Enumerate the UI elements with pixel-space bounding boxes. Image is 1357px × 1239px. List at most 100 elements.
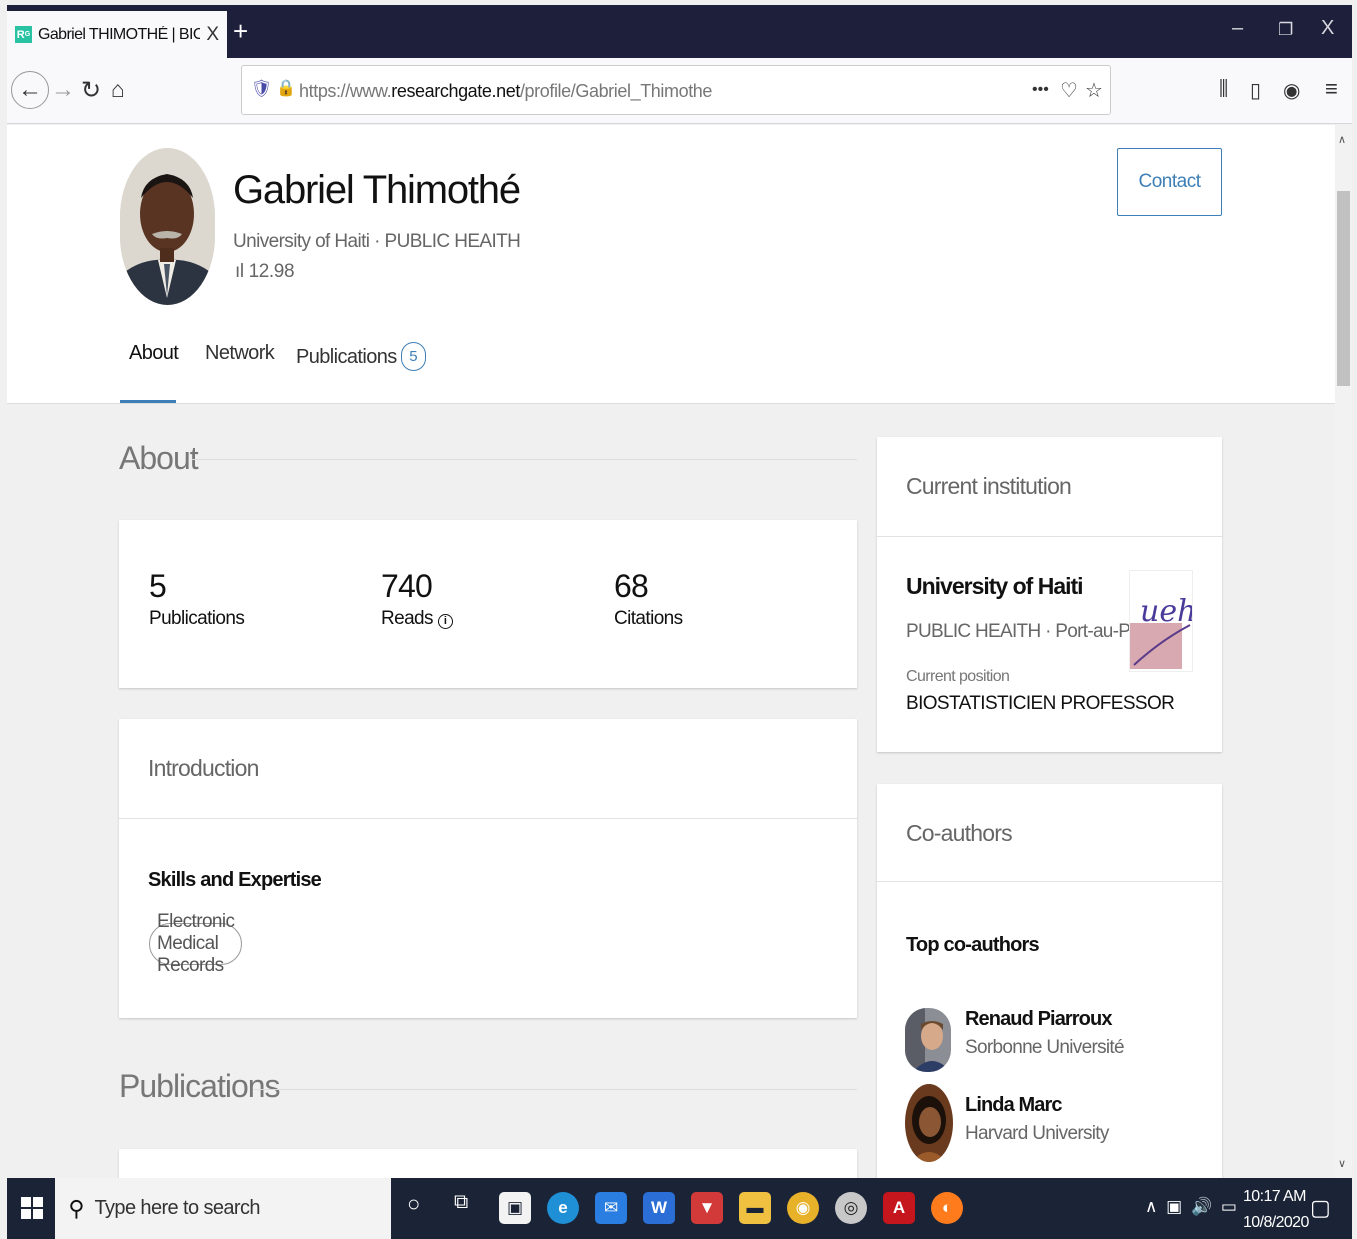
scrollbar-thumb[interactable] (1337, 191, 1350, 386)
taskbar-clock[interactable]: 10:17 AM 10/8/2020 (1243, 1184, 1309, 1236)
url-bar[interactable]: 🛡 🔒 https://www.researchgate.net/profile… (241, 65, 1111, 115)
stat-reads-value: 740 (381, 568, 433, 604)
browser-toolbar: ← → ↻ ⌂ 🛡 🔒 https://www.researchgate.net… (7, 58, 1352, 124)
task-view-icon[interactable]: ⧉ (454, 1191, 468, 1214)
profile-institution-line[interactable]: University of Haiti · PUBLIC HEAITH (233, 231, 521, 253)
introduction-heading: Introduction (148, 755, 259, 781)
mail-icon[interactable]: ✉ (595, 1192, 627, 1224)
current-institution-heading: Current institution (906, 473, 1072, 499)
url-text[interactable]: https://www.researchgate.net/profile/Gab… (299, 81, 712, 102)
scroll-down-icon[interactable]: ∨ (1338, 1157, 1346, 1170)
institution-body: University of Haiti PUBLIC HEAITH · Port… (877, 537, 1222, 752)
info-icon[interactable]: i (437, 614, 453, 629)
profile-photo-icon (120, 148, 215, 305)
tab-publications[interactable]: Publications 5 (296, 342, 426, 371)
clock-date: 10/8/2020 (1243, 1214, 1309, 1231)
minimize-icon[interactable]: – (1232, 17, 1243, 40)
reload-icon[interactable]: ↻ (81, 76, 101, 105)
publications-count-badge: 5 (400, 342, 426, 371)
skill-tag[interactable]: Electronic Medical Records (149, 911, 243, 976)
stat-citations-value: 68 (614, 568, 649, 604)
researchgate-favicon-icon: RG (15, 26, 32, 43)
tracking-shield-icon[interactable]: 🛡 (251, 79, 273, 99)
back-button[interactable]: ← (11, 71, 49, 109)
restore-icon[interactable]: ❐ (1278, 20, 1293, 40)
ueh-logo-icon: ueh (1130, 594, 1193, 669)
windows-start-icon[interactable] (21, 1197, 43, 1219)
close-window-icon[interactable]: X (1321, 17, 1334, 40)
profile-name: Gabriel Thimothé (233, 168, 521, 212)
clock-time: 10:17 AM (1243, 1188, 1306, 1205)
chrome-icon[interactable]: ◉ (787, 1192, 819, 1224)
cortana-icon[interactable]: ○ (407, 1191, 420, 1217)
tab-title: Gabriel THIMOTHÉ | BIOSTATISTICIEN PROFE… (38, 25, 201, 43)
browser-tabstrip: RG Gabriel THIMOTHÉ | BIOSTATISTICIEN PR… (7, 5, 1352, 58)
pocket-icon[interactable]: ♡ (1060, 78, 1078, 103)
score-bars-icon: ıl (235, 261, 249, 282)
coauthor-avatar[interactable] (905, 1084, 953, 1162)
intro-skills-card: Introduction Skills and Expertise Electr… (119, 719, 857, 1018)
institution-logo[interactable]: ueh (1129, 570, 1193, 672)
publications-section-title: Publications (119, 1068, 281, 1104)
sidebar-icon[interactable]: ▯ (1250, 78, 1261, 103)
coauthor-photo-icon (905, 1084, 953, 1162)
scroll-up-icon[interactable]: ∧ (1338, 133, 1346, 146)
contact-button[interactable]: Contact (1117, 148, 1222, 216)
system-tray-icons[interactable]: ∧ ▣ 🔊 ▭ (1145, 1197, 1239, 1217)
taskbar-search-box[interactable]: ⚲ Type here to search (55, 1178, 391, 1239)
search-icon: ⚲ (69, 1195, 85, 1221)
card-divider (877, 881, 1222, 882)
stat-publications-value: 5 (149, 568, 167, 604)
home-icon[interactable]: ⌂ (111, 76, 125, 103)
coauthors-heading: Co-authors (906, 820, 1013, 846)
stat-publications[interactable]: 5 Publications (149, 568, 245, 630)
coauthors-card: Co-authors Top co-authors Renaud Piarrou… (877, 784, 1222, 1178)
page-actions-icon[interactable]: ••• (1032, 81, 1049, 99)
media-player-icon[interactable]: ◎ (835, 1192, 867, 1224)
stat-reads[interactable]: 740 Reads i (381, 568, 453, 630)
top-coauthors-label: Top co-authors (906, 934, 1040, 956)
stat-citations-label: Citations (614, 608, 683, 629)
store-icon[interactable]: ▣ (499, 1192, 531, 1224)
coauthor-affiliation: Sorbonne Université (965, 1037, 1125, 1058)
research-score: ıl 12.98 (235, 261, 295, 283)
stats-card: 5 Publications 740 Reads i 68 Citations (119, 520, 857, 688)
tab-publications-label: Publications (296, 346, 397, 368)
account-icon[interactable]: ◉ (1283, 78, 1300, 103)
position-value: BIOSTATISTICIEN PROFESSOR (906, 693, 1175, 714)
firefox-icon[interactable]: ◐ (931, 1192, 963, 1224)
word-icon[interactable]: W (643, 1192, 675, 1224)
position-label: Current position (906, 668, 1010, 685)
browser-tab[interactable]: RG Gabriel THIMOTHÉ | BIOSTATISTICIEN PR… (7, 11, 227, 58)
publications-card (119, 1149, 857, 1178)
stat-reads-label: Reads (381, 608, 434, 629)
file-explorer-icon[interactable]: ▬ (739, 1192, 771, 1224)
svg-text:ueh: ueh (1140, 594, 1193, 629)
notification-icon[interactable]: ▢ (1310, 1195, 1331, 1221)
profile-header: Gabriel Thimothé University of Haiti · P… (7, 125, 1335, 404)
about-divider (192, 459, 857, 460)
tab-about[interactable]: About (129, 342, 179, 365)
stat-citations[interactable]: 68 Citations (614, 568, 683, 630)
lock-icon[interactable]: 🔒 (276, 78, 296, 98)
page-scrollbar[interactable]: ∧ ∨ (1335, 125, 1352, 1178)
institution-name[interactable]: University of Haiti (906, 573, 1084, 600)
card-divider (119, 818, 857, 819)
edge-icon[interactable]: e (547, 1192, 579, 1224)
forward-icon[interactable]: → (51, 76, 75, 104)
menu-icon[interactable]: ≡ (1325, 76, 1338, 102)
profile-avatar (120, 148, 215, 305)
coauthor-name[interactable]: Renaud Piarroux (965, 1008, 1112, 1031)
coauthor-name[interactable]: Linda Marc (965, 1094, 1062, 1117)
new-tab-button[interactable]: + (233, 16, 248, 47)
tab-close-button[interactable]: X (206, 24, 219, 46)
acrobat-icon[interactable]: A (883, 1192, 915, 1224)
bookmark-star-icon[interactable]: ☆ (1085, 78, 1103, 103)
score-value: 12.98 (248, 261, 295, 282)
about-section-title: About (119, 440, 199, 476)
coauthor-photo-icon (905, 1008, 951, 1072)
library-icon[interactable]: ⫼ (1219, 78, 1228, 101)
tab-network[interactable]: Network (205, 342, 275, 365)
coauthor-avatar[interactable] (905, 1008, 951, 1072)
tv-app-icon[interactable]: ▼ (691, 1192, 723, 1224)
